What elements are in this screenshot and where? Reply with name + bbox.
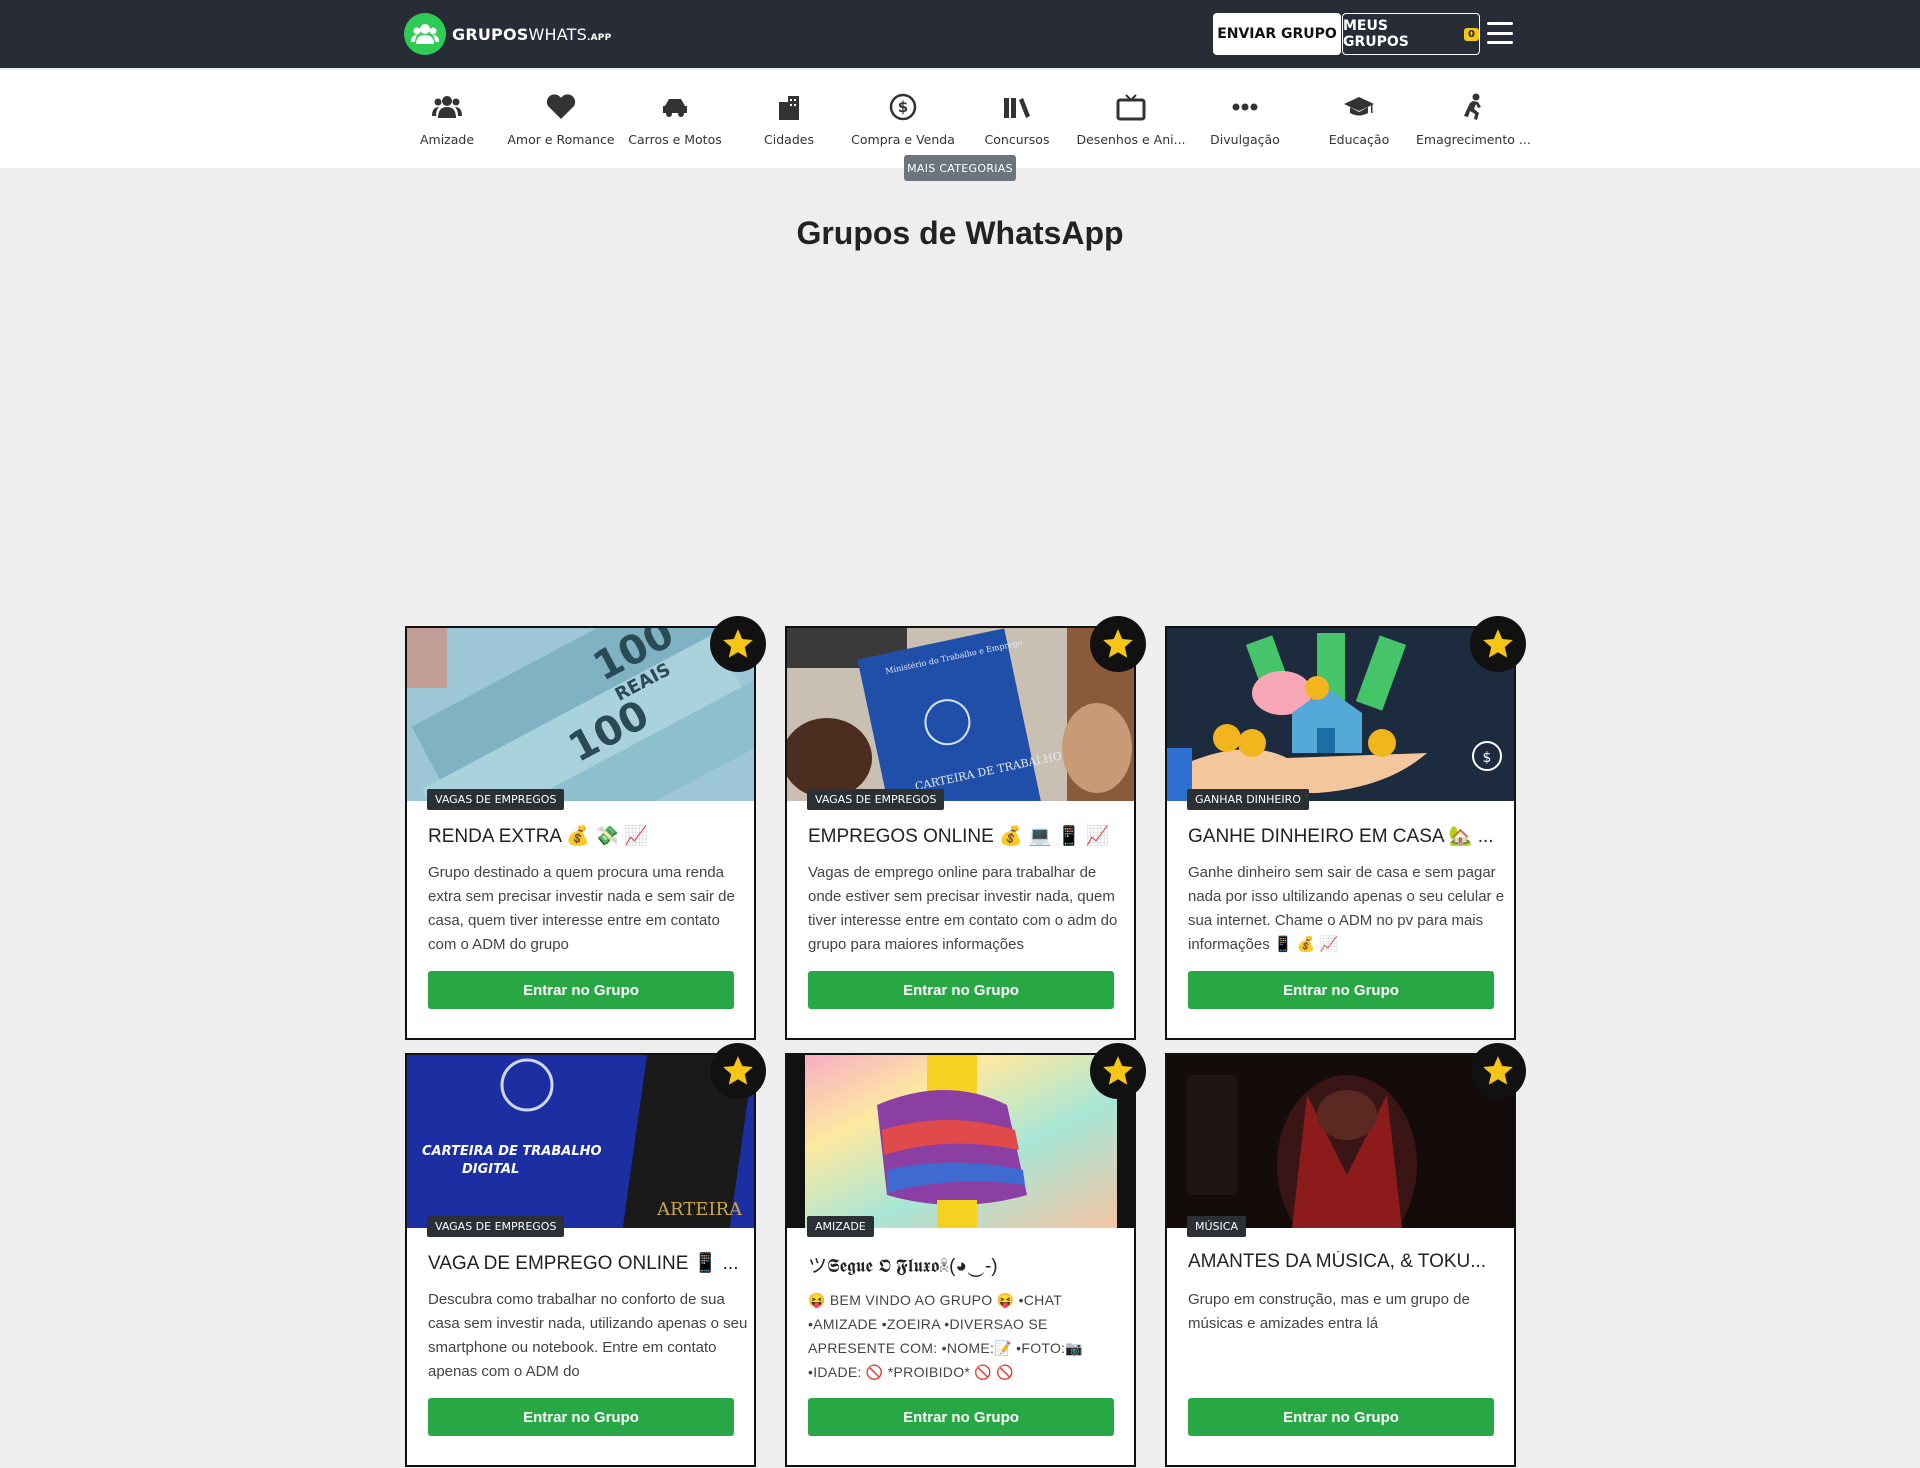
dollar-icon: $ (846, 86, 960, 128)
category-carros-e-motos[interactable]: Carros e Motos (618, 70, 732, 168)
group-title[interactable]: AMANTES DA MÚSICA, & TOKU... (1188, 1251, 1508, 1273)
featured-star-icon (710, 616, 766, 672)
category-label: Educação (1328, 132, 1390, 147)
join-group-button[interactable]: Entrar no Grupo (1188, 1398, 1494, 1436)
category-desenhos-e-animes[interactable]: Desenhos e Ani... (1074, 70, 1188, 168)
city-icon (732, 86, 846, 128)
tv-icon (1074, 86, 1188, 128)
svg-text:CARTEIRA DE TRABALHO: CARTEIRA DE TRABALHO (422, 1144, 602, 1159)
category-tag[interactable]: VAGAS DE EMPREGOS (427, 1216, 565, 1237)
svg-text:$: $ (1483, 750, 1492, 766)
category-compra-e-venda[interactable]: $ Compra e Venda (846, 70, 960, 168)
group-description: Grupo em construção, mas e um grupo de m… (1188, 1291, 1470, 1332)
group-description: 😝 BEM VINDO AO GRUPO 😝 •CHAT •AMIZADE •Z… (808, 1292, 1084, 1380)
group-card: MÚSICA AMANTES DA MÚSICA, & TOKU... Grup… (1165, 1043, 1526, 1467)
category-educacao[interactable]: Educação (1302, 70, 1416, 168)
featured-star-icon (1090, 1043, 1146, 1099)
send-group-button[interactable]: ENVIAR GRUPO (1213, 13, 1341, 55)
featured-star-icon (1470, 1043, 1526, 1099)
menu-icon[interactable] (1487, 22, 1513, 44)
car-icon (618, 86, 732, 128)
group-description: Grupo destinado a quem procura uma renda… (428, 864, 735, 953)
group-title[interactable]: RENDA EXTRA 💰 💸 📈 (428, 824, 748, 848)
group-card: $ GANHAR DINHEIRO GANHE DINHEIRO EM CASA… (1165, 616, 1526, 1040)
category-tag[interactable]: VAGAS DE EMPREGOS (807, 789, 945, 810)
category-tag[interactable]: VAGAS DE EMPREGOS (427, 789, 565, 810)
group-description: Descubra como trabalhar no conforto de s… (428, 1291, 748, 1380)
logo-text: GRUPOSWHATS.APP (452, 24, 612, 44)
my-groups-button[interactable]: MEUS GRUPOS 0 (1342, 13, 1480, 55)
group-card: 100 100 REAIS VAGAS DE EMPREGOS RENDA EX… (405, 616, 766, 1040)
more-categories-button[interactable]: MAIS CATEGORIAS (904, 155, 1016, 181)
running-icon (1416, 86, 1530, 128)
category-label: Emagrecimento ... (1416, 132, 1531, 147)
page-title: Grupos de WhatsApp (796, 215, 1124, 251)
my-groups-count-badge: 0 (1464, 27, 1479, 41)
category-amor-e-romance[interactable]: Amor e Romance (504, 70, 618, 168)
group-image[interactable] (1167, 1055, 1514, 1228)
group-description: Vagas de emprego online para trabalhar d… (808, 864, 1118, 953)
group-title[interactable]: EMPREGOS ONLINE 💰 💻 📱 📈 (808, 824, 1128, 848)
category-label: Cidades (764, 132, 814, 147)
group-description: Ganhe dinheiro sem sair de casa e sem pa… (1188, 864, 1505, 953)
group-card: AMIZADE ツ𝕾𝖊𝖌𝖚𝖊 𝕺 𝕱𝖑𝖚𝖝𝖔☠(◕‿-) 😝 BEM VINDO… (785, 1043, 1146, 1467)
site-logo[interactable]: GRUPOSWHATS.APP (404, 13, 611, 55)
svg-text:$: $ (898, 98, 908, 116)
whatsapp-group-logo-icon (404, 13, 446, 55)
category-label: Compra e Venda (851, 132, 955, 147)
join-group-button[interactable]: Entrar no Grupo (428, 971, 734, 1009)
group-image[interactable] (787, 1055, 1134, 1228)
books-icon (960, 86, 1074, 128)
category-concursos[interactable]: Concursos (960, 70, 1074, 168)
category-tag[interactable]: GANHAR DINHEIRO (1187, 789, 1309, 810)
graduation-cap-icon (1302, 86, 1416, 128)
top-navbar: GRUPOSWHATS.APP ENVIAR GRUPO MEUS GRUPOS… (0, 0, 1920, 68)
category-divulgacao[interactable]: Divulgação (1188, 70, 1302, 168)
group-card: CARTEIRA DE TRABALHO DIGITAL ARTEIRA VAG… (405, 1043, 766, 1467)
category-tag[interactable]: AMIZADE (807, 1216, 874, 1237)
category-label: Carros e Motos (628, 132, 722, 147)
group-image[interactable]: 100 100 REAIS (407, 628, 754, 801)
category-label: Divulgação (1210, 132, 1280, 147)
svg-text:DIGITAL: DIGITAL (462, 1162, 519, 1177)
my-groups-label: MEUS GRUPOS (1343, 18, 1409, 50)
join-group-button[interactable]: Entrar no Grupo (1188, 971, 1494, 1009)
category-bar: Amizade Amor e Romance Carros e Motos Ci… (0, 70, 1920, 168)
join-group-button[interactable]: Entrar no Grupo (808, 1398, 1114, 1436)
group-card: CARTEIRA DE TRABALHO Ministério do Traba… (785, 616, 1146, 1040)
category-amizade[interactable]: Amizade (390, 70, 504, 168)
join-group-button[interactable]: Entrar no Grupo (428, 1398, 734, 1436)
featured-star-icon (1470, 616, 1526, 672)
category-label: Desenhos e Ani... (1076, 132, 1186, 147)
group-title[interactable]: ツ𝕾𝖊𝖌𝖚𝖊 𝕺 𝕱𝖑𝖚𝖝𝖔☠(◕‿-) (808, 1251, 1128, 1278)
dots-icon (1188, 86, 1302, 128)
users-icon (390, 86, 504, 128)
category-cidades[interactable]: Cidades (732, 70, 846, 168)
category-label: Amor e Romance (507, 132, 615, 147)
group-title[interactable]: GANHE DINHEIRO EM CASA 🏡 ... (1188, 824, 1508, 848)
featured-star-icon (1090, 616, 1146, 672)
category-label: Amizade (419, 132, 475, 147)
group-image[interactable]: $ (1167, 628, 1514, 801)
category-emagrecimento[interactable]: Emagrecimento ... (1416, 70, 1531, 168)
group-image[interactable]: CARTEIRA DE TRABALHO DIGITAL ARTEIRA (407, 1055, 754, 1228)
join-group-button[interactable]: Entrar no Grupo (808, 971, 1114, 1009)
group-title[interactable]: VAGA DE EMPREGO ONLINE 📱 ... (428, 1251, 748, 1275)
category-tag[interactable]: MÚSICA (1187, 1216, 1246, 1237)
category-label: Concursos (984, 132, 1050, 147)
group-image[interactable]: CARTEIRA DE TRABALHO Ministério do Traba… (787, 628, 1134, 801)
featured-star-icon (710, 1043, 766, 1099)
heart-icon (504, 86, 618, 128)
svg-text:ARTEIRA: ARTEIRA (656, 1199, 743, 1220)
